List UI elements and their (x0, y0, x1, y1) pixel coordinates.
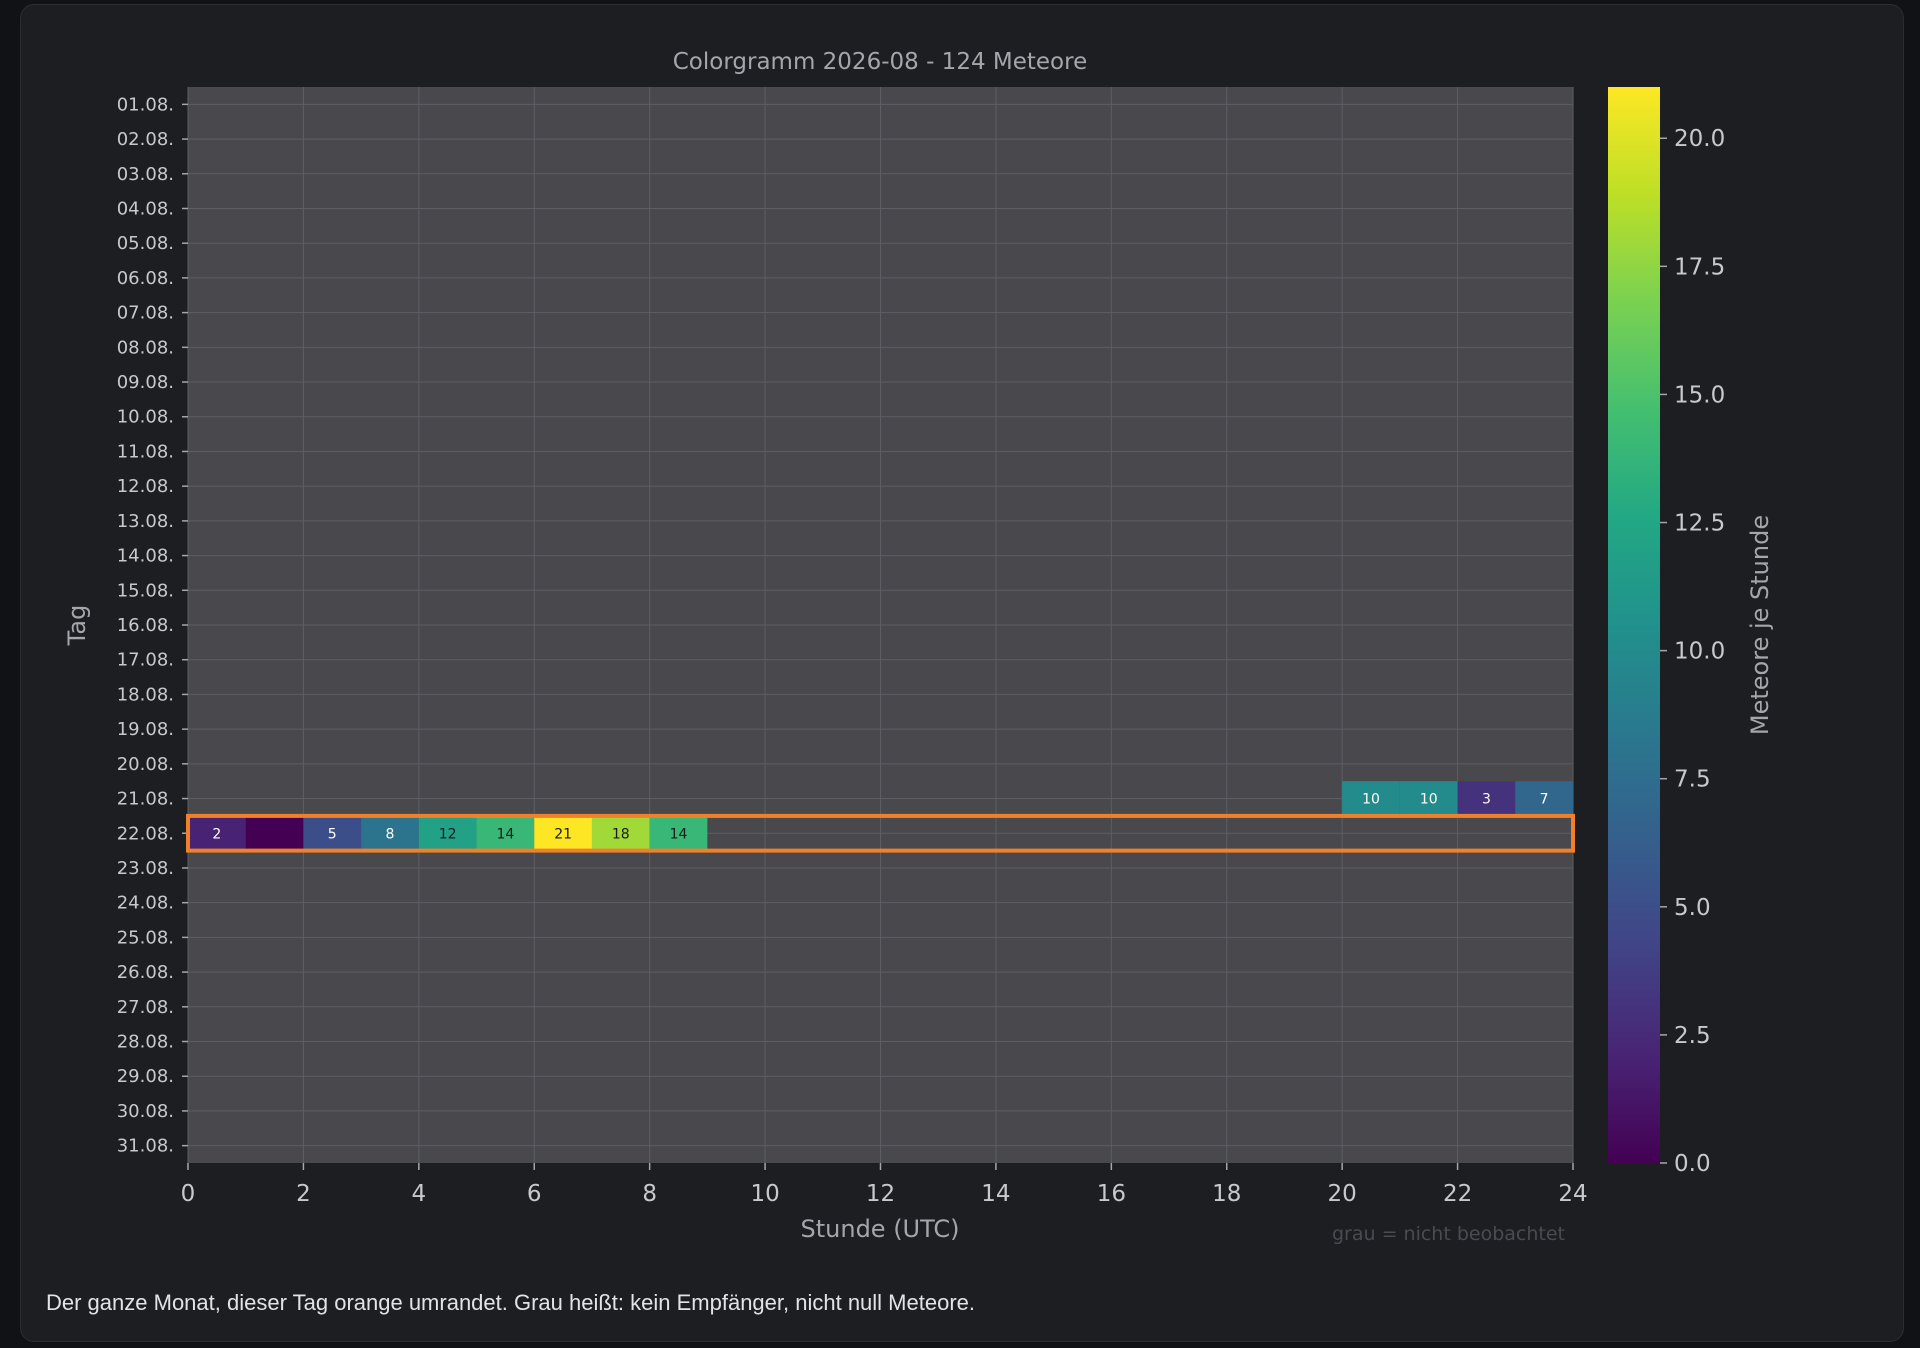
colorbar-ticks: 0.0 2.5 5.0 7.5 10.0 12.5 15.0 17.5 20.0 (1660, 126, 1725, 1177)
x-axis-label: Stunde (UTC) (801, 1215, 960, 1243)
x-tick-label: 16 (1097, 1181, 1126, 1207)
colorbar-tick-label: 17.5 (1674, 254, 1725, 280)
y-tick-label: 04.08. (117, 198, 174, 219)
y-tick-label: 26.08. (117, 962, 174, 983)
y-tick-label: 10.08. (117, 407, 174, 428)
colorbar-tick-label: 7.5 (1674, 767, 1711, 793)
colorbar-tick-label: 12.5 (1674, 511, 1725, 537)
y-tick-label: 29.08. (117, 1066, 174, 1087)
y-tick-label: 31.08. (117, 1136, 174, 1157)
y-tick-label: 01.08. (117, 94, 174, 115)
heatmap-cell-label: 21 (554, 826, 572, 842)
heatmap-cell-label: 10 (1362, 792, 1380, 808)
x-tick-label: 4 (412, 1181, 427, 1207)
colorbar-tick-label: 2.5 (1674, 1023, 1711, 1049)
y-tick-label: 25.08. (117, 927, 174, 948)
y-tick-label: 15.08. (117, 580, 174, 601)
colorbar-tick-label: 20.0 (1674, 126, 1725, 152)
heatmap-cell-label: 8 (386, 826, 395, 842)
y-tick-label: 22.08. (117, 823, 174, 844)
y-tick-label: 12.08. (117, 476, 174, 497)
y-axis-label: Tag (63, 605, 91, 647)
x-tick-label: 24 (1558, 1181, 1587, 1207)
y-tick-label: 17.08. (117, 650, 174, 671)
x-tick-label: 0 (181, 1181, 196, 1207)
y-tick-label: 19.08. (117, 719, 174, 740)
x-tick-label: 12 (866, 1181, 895, 1207)
heatmap-cell-label: 10 (1420, 792, 1438, 808)
chart-title: Colorgramm 2026-08 - 124 Meteore (673, 49, 1087, 75)
unobserved-note: grau = nicht beobachtet (1332, 1223, 1565, 1245)
y-tick-label: 03.08. (117, 164, 174, 185)
y-tick-label: 06.08. (117, 268, 174, 289)
y-tick-label: 08.08. (117, 337, 174, 358)
colorbar-tick-label: 15.0 (1674, 382, 1725, 408)
x-tick-label: 14 (981, 1181, 1010, 1207)
y-tick-label: 14.08. (117, 546, 174, 567)
y-tick-label: 28.08. (117, 1032, 174, 1053)
colorbar-label: Meteore je Stunde (1746, 515, 1774, 735)
y-tick-label: 20.08. (117, 754, 174, 775)
colorbar-tick-label: 5.0 (1674, 895, 1711, 921)
heatmap-cell-label: 14 (670, 826, 688, 842)
colorgram-chart: Colorgramm 2026-08 - 124 Meteore 10 10 3 7 2… (63, 49, 1774, 1245)
y-tick-label: 27.08. (117, 997, 174, 1018)
heatmap-cell (245, 815, 304, 851)
y-tick-label: 05.08. (117, 233, 174, 254)
heatmap-cell-label: 18 (612, 826, 630, 842)
x-tick-label: 10 (750, 1181, 779, 1207)
y-tick-label: 24.08. (117, 893, 174, 914)
y-axis: 01.08. 02.08. 03.08. 04.08. 05.08. 06.08. 07.0… (117, 94, 188, 1157)
y-tick-label: 02.08. (117, 129, 174, 150)
x-tick-label: 18 (1212, 1181, 1241, 1207)
x-axis: 0 2 4 6 8 10 12 14 16 18 20 22 24 (181, 1163, 1588, 1207)
heatmap-cell-label: 12 (439, 826, 457, 842)
heatmap-cell-label: 14 (496, 826, 514, 842)
colorbar (1608, 87, 1660, 1163)
y-tick-label: 11.08. (117, 441, 174, 462)
x-tick-label: 20 (1328, 1181, 1357, 1207)
y-tick-label: 09.08. (117, 372, 174, 393)
heatmap-cell-label: 2 (212, 826, 221, 842)
colorbar-tick-label: 0.0 (1674, 1151, 1711, 1177)
x-tick-label: 22 (1443, 1181, 1472, 1207)
y-tick-label: 30.08. (117, 1101, 174, 1122)
x-tick-label: 6 (527, 1181, 542, 1207)
x-tick-label: 2 (296, 1181, 311, 1207)
y-tick-label: 13.08. (117, 511, 174, 532)
y-tick-label: 07.08. (117, 303, 174, 324)
heatmap-cell-label: 5 (328, 826, 337, 842)
y-tick-label: 21.08. (117, 789, 174, 810)
colorbar-tick-label: 10.0 (1674, 639, 1725, 665)
x-tick-label: 8 (642, 1181, 657, 1207)
chart-caption: Der ganze Monat, dieser Tag orange umran… (46, 1290, 975, 1315)
y-tick-label: 23.08. (117, 858, 174, 879)
y-tick-label: 16.08. (117, 615, 174, 636)
heatmap-cell-label: 7 (1540, 792, 1549, 808)
heatmap-cell-label: 3 (1482, 792, 1491, 808)
y-tick-label: 18.08. (117, 684, 174, 705)
